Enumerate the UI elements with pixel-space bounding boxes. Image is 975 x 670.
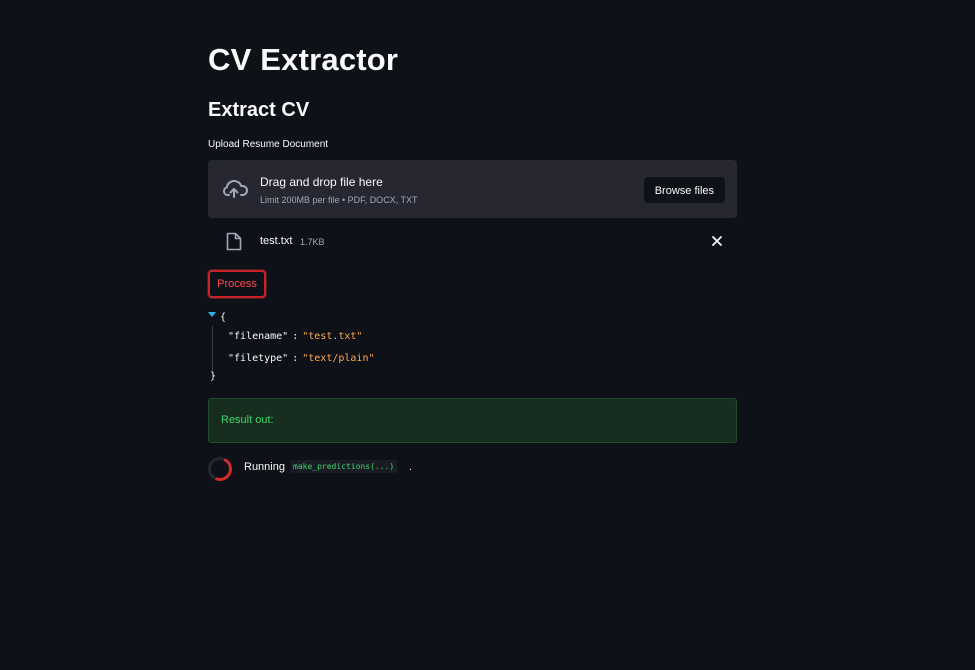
file-icon bbox=[226, 232, 242, 251]
json-colon: : bbox=[292, 353, 299, 364]
running-label: Running bbox=[244, 461, 285, 473]
dropzone-main-text: Drag and drop file here bbox=[260, 175, 383, 189]
collapse-toggle-icon[interactable] bbox=[208, 312, 216, 317]
json-colon: : bbox=[292, 331, 299, 342]
uploaded-file-row: test.txt 1.7KB bbox=[208, 230, 737, 254]
json-open-brace: { bbox=[220, 312, 227, 323]
close-icon[interactable] bbox=[711, 235, 723, 247]
uploaded-file-name: test.txt bbox=[260, 235, 293, 247]
result-alert: Result out: bbox=[208, 398, 737, 443]
json-key: "filetype" bbox=[228, 353, 289, 364]
section-title: Extract CV bbox=[208, 99, 310, 121]
browse-files-button[interactable]: Browse files bbox=[643, 177, 725, 203]
process-button[interactable]: Process bbox=[208, 270, 266, 298]
uploaded-file-size: 1.7KB bbox=[300, 237, 325, 247]
app-title: CV Extractor bbox=[208, 42, 399, 77]
json-key: "filename" bbox=[228, 331, 289, 342]
json-indent-rail bbox=[212, 326, 213, 376]
file-dropzone[interactable]: Drag and drop file here Limit 200MB per … bbox=[208, 160, 737, 218]
json-entry-filetype: "filetype": "text/plain" bbox=[228, 353, 375, 364]
running-function-code: make_predictions(...) bbox=[290, 460, 398, 473]
running-suffix: . bbox=[409, 461, 413, 473]
cloud-upload-icon bbox=[223, 179, 248, 198]
json-close-brace: } bbox=[210, 371, 217, 382]
spinner-icon bbox=[204, 453, 236, 485]
json-value: "text/plain" bbox=[302, 353, 375, 364]
dropzone-instructions: Drag and drop file here Limit 200MB per … bbox=[260, 175, 418, 205]
dropzone-limit-text: Limit 200MB per file • PDF, DOCX, TXT bbox=[260, 195, 418, 205]
upload-label: Upload Resume Document bbox=[208, 139, 329, 150]
result-text: Result out: bbox=[221, 414, 274, 426]
json-entry-filename: "filename": "test.txt" bbox=[228, 331, 362, 342]
running-status: Running make_predictions(...) . bbox=[204, 453, 508, 485]
json-value: "test.txt" bbox=[302, 331, 363, 342]
